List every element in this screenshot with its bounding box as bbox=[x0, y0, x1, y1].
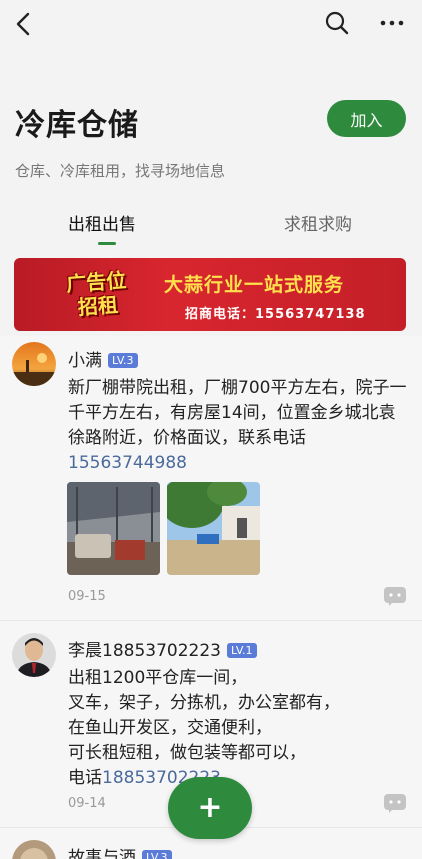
join-button[interactable]: 加入 bbox=[327, 100, 406, 137]
phone-prefix: 电话 bbox=[68, 768, 102, 788]
tab-seek-buy[interactable]: 求租求购 bbox=[284, 210, 352, 235]
tab-bar: 出租出售 求租求购 bbox=[0, 206, 422, 248]
comment-button[interactable] bbox=[383, 793, 407, 813]
level-badge: LV.3 bbox=[142, 850, 172, 859]
ad-banner[interactable]: 广告位 招租 大蒜行业一站式服务 招商电话：15563747138 bbox=[14, 258, 406, 331]
banner-phone: 招商电话：15563747138 bbox=[185, 307, 366, 322]
comment-icon bbox=[384, 587, 406, 606]
more-button[interactable] bbox=[378, 10, 406, 36]
search-icon bbox=[325, 11, 349, 35]
post-author[interactable]: 李晨18853702223 LV.1 bbox=[68, 636, 257, 661]
author-name: 故事与酒 bbox=[68, 848, 136, 859]
post-line: 叉车，架子，分拣机，办公室都有， bbox=[68, 693, 340, 713]
post-date: 09-15 bbox=[68, 589, 106, 604]
comment-button[interactable] bbox=[383, 586, 407, 606]
avatar[interactable] bbox=[12, 342, 56, 386]
more-dots-icon bbox=[380, 20, 404, 26]
banner-badge-line2: 招租 bbox=[77, 292, 119, 320]
comment-icon bbox=[384, 794, 406, 813]
phone-link[interactable]: 15563744988 bbox=[68, 453, 187, 473]
avatar[interactable] bbox=[12, 633, 56, 677]
post-line: 可长租短租，做包装等都可以， bbox=[68, 743, 306, 763]
post-text: 新厂棚带院出租，厂棚700平方左右，院子一千平方左右，有房屋14间，位置金乡城北… bbox=[68, 378, 407, 448]
banner-headline: 大蒜行业一站式服务 bbox=[164, 274, 345, 296]
banner-badge: 广告位 招租 bbox=[60, 262, 134, 327]
search-button[interactable] bbox=[324, 10, 350, 36]
tab-rent-sell[interactable]: 出租出售 bbox=[68, 210, 136, 235]
post-card[interactable]: 小满 LV.3 新厂棚带院出租，厂棚700平方左右，院子一千平方左右，有房屋14间… bbox=[0, 336, 422, 620]
active-tab-indicator bbox=[98, 242, 116, 245]
post-image[interactable] bbox=[167, 482, 260, 575]
author-name: 李晨18853702223 bbox=[68, 641, 221, 661]
avatar[interactable] bbox=[12, 840, 56, 859]
top-bar bbox=[0, 0, 422, 48]
author-name: 小满 bbox=[68, 351, 102, 371]
post-author[interactable]: 小满 LV.3 bbox=[68, 346, 138, 371]
back-button[interactable] bbox=[12, 10, 36, 38]
page-title: 冷库仓储 bbox=[15, 108, 139, 143]
post-content: 出租1200平仓库一间， 叉车，架子，分拣机，办公室都有， 在鱼山开发区，交通便… bbox=[68, 666, 408, 791]
page-subtitle: 仓库、冷库租用，找寻场地信息 bbox=[15, 162, 226, 180]
plus-icon: + bbox=[197, 790, 223, 825]
post-date: 09-14 bbox=[68, 796, 106, 811]
new-post-button[interactable]: + bbox=[168, 777, 252, 839]
banner-badge-line1: 广告位 bbox=[65, 267, 127, 297]
post-author[interactable]: 故事与酒 LV.3 bbox=[68, 843, 172, 859]
post-line: 在鱼山开发区，交通便利， bbox=[68, 718, 272, 738]
post-image[interactable] bbox=[67, 482, 160, 575]
level-badge: LV.3 bbox=[108, 353, 138, 368]
level-badge: LV.1 bbox=[226, 643, 257, 658]
chevron-left-icon bbox=[16, 12, 30, 36]
post-content: 新厂棚带院出租，厂棚700平方左右，院子一千平方左右，有房屋14间，位置金乡城北… bbox=[68, 376, 408, 476]
post-line: 出租1200平仓库一间， bbox=[68, 668, 248, 688]
